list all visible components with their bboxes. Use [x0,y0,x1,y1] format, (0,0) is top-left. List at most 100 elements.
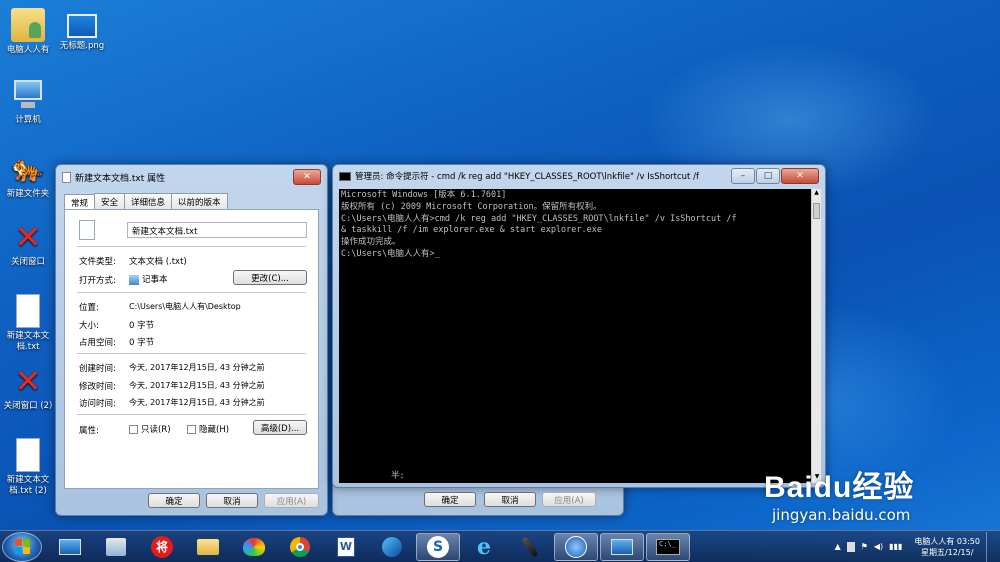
size-on-disk-value: 0 字节 [129,338,155,348]
image-file-icon [67,14,97,38]
behind-apply-button[interactable]: 应用(A) [542,492,596,507]
taskbar-edge[interactable] [370,533,414,561]
desktop-icon-computer[interactable]: 计算机 [0,78,56,126]
tab-details[interactable]: 详细信息 [124,193,173,210]
tray-app-icon[interactable] [846,541,855,552]
taskbar-chess[interactable]: 将 [140,533,184,561]
taskbar-cmd[interactable]: C:\_ [646,532,690,561]
taskbar-desktop[interactable] [48,533,92,561]
taskbar-folder[interactable] [186,533,230,561]
tab-previous-versions[interactable]: 以前的版本 [171,193,228,210]
desktop-icon-new-folder[interactable]: 🐅 新建文件夹 [0,152,56,200]
text-file-icon [62,171,71,183]
row-label: 位置: [79,303,99,313]
edge-icon [382,536,402,557]
tiger-icon: 🐅 [11,154,45,184]
advanced-button[interactable]: 高级(D)... [253,420,307,435]
console-line: C:\Users\电脑人人有>cmd /k reg add "HKEY_CLAS… [341,213,737,224]
action-center-icon[interactable]: ⚑ [861,542,868,551]
properties-window[interactable]: 新建文本文档.txt 属性 ✕ 常规 安全 详细信息 以前的版本 新建文本文档.txt… [55,164,328,516]
divider [77,353,306,354]
taskbar-monitor[interactable] [600,532,644,561]
word-icon: W [337,536,355,557]
taskbar-control-panel[interactable] [94,533,138,561]
folder-icon [197,538,219,555]
cancel-button[interactable]: 取消 [206,493,258,508]
red-x-icon: ✕ [14,218,42,256]
scroll-up-arrow[interactable]: ▲ [812,189,821,199]
icon-label: 电脑人人有 [6,45,50,55]
checkbox-box[interactable] [129,425,138,434]
taskbar-chrome[interactable] [278,533,322,561]
open-with-text: 记事本 [142,275,168,285]
desktop-icon-close-window[interactable]: ✕ 关闭窗口 [0,220,56,268]
sogou-icon: S [427,535,449,558]
change-button[interactable]: 更改(C)... [233,270,307,285]
control-panel-icon [106,537,126,556]
taskbar-microphone[interactable] [508,533,552,561]
desktop-icon-text-file[interactable]: 新建文本文档.txt [0,294,56,353]
user-folder-icon [11,8,45,42]
open-with-value: 记事本 [129,273,168,285]
taskbar-media[interactable] [554,532,598,561]
window-title: 管理员: 命令提示符 - cmd /k reg add "HKEY_CLASSE… [355,172,699,182]
scrollbar[interactable]: ▲ ▼ [811,189,821,483]
system-tray: ▲ ⚑ ◀) ▮▮▮ 电脑人人有 03:50 星期五/12/15/ [835,531,1000,562]
network-icon[interactable]: ▮▮▮ [889,542,902,551]
desktop-icon-text-file-2[interactable]: 新建文本文档.txt (2) [0,438,56,497]
cmd-icon: C:\_ [656,538,680,555]
console-area[interactable]: Microsoft Windows [版本 6.1.7601] 版权所有 (c)… [339,189,811,483]
filename-field[interactable]: 新建文本文档.txt [127,222,307,238]
tab-security[interactable]: 安全 [94,193,126,210]
show-desktop-button[interactable] [986,531,996,562]
row-label: 占用空间: [79,338,116,348]
hidden-checkbox[interactable]: 隐藏(H) [187,423,229,435]
console-line: 操作成功完成。 [341,237,401,248]
taskbar: 将 W S e C:\_ ▲ ⚑ ◀) ▮▮▮ 电脑人人有 03:50 星期五/… [0,530,1000,562]
icon-label: 新建文件夹 [6,189,50,199]
row-label: 属性: [79,426,99,436]
checkbox-box[interactable] [187,425,196,434]
console-line: Microsoft Windows [版本 6.1.7601] [341,190,507,200]
clock-date: 星期五/12/15/ [920,547,974,557]
behind-cancel-button[interactable]: 取消 [484,492,536,507]
icon-label: 新建文本文档.txt (2) [6,475,50,496]
maximize-button[interactable]: □ [756,168,780,184]
behind-ok-button[interactable]: 确定 [424,492,476,507]
general-panel: 新建文本文档.txt 文件类型: 文本文档 (.txt) 打开方式: 记事本 更… [64,209,319,489]
desktop-icon-user-folder[interactable]: 电脑人人有 [0,8,56,56]
start-button[interactable] [2,531,42,562]
apply-button[interactable]: 应用(A) [264,493,319,508]
chrome-icon [290,536,310,557]
taskbar-ie[interactable]: e [462,533,506,561]
icon-label: 计算机 [15,115,41,125]
taskbar-paint[interactable] [232,533,276,561]
row-label: 创建时间: [79,364,116,374]
window-title: 新建文本文档.txt 属性 [75,173,166,184]
file-type-value: 文本文档 (.txt) [129,257,187,267]
minimize-button[interactable]: – [731,168,755,184]
readonly-checkbox[interactable]: 只读(R) [129,423,171,435]
close-button[interactable]: ✕ [781,168,819,184]
volume-icon[interactable]: ◀) [874,542,883,551]
taskbar-sogou[interactable]: S [416,532,460,561]
created-value: 今天, 2017年12月15日, 43 分钟之前 [129,363,265,372]
hidden-label: 隐藏(H) [199,425,230,435]
divider [77,246,306,247]
icon-label: 关闭窗口 [10,257,45,267]
cmd-window[interactable]: 管理员: 命令提示符 - cmd /k reg add "HKEY_CLASSE… [332,164,826,488]
windows-logo-icon [14,539,30,554]
ok-button[interactable]: 确定 [148,493,200,508]
ie-icon: e [477,533,491,560]
desktop-icon-close-window-2[interactable]: ✕ 关闭窗口 (2) [0,364,56,412]
desktop-icon [59,538,81,555]
clock[interactable]: 电脑人人有 03:50 星期五/12/15/ [914,536,980,558]
properties-titlebar[interactable]: 新建文本文档.txt 属性 ✕ [56,165,327,189]
close-button[interactable]: ✕ [293,169,321,185]
scroll-thumb[interactable] [813,203,820,219]
tray-expand-icon[interactable]: ▲ [835,542,841,551]
file-icon [79,220,95,240]
cmd-titlebar[interactable]: 管理员: 命令提示符 - cmd /k reg add "HKEY_CLASSE… [333,165,825,187]
taskbar-word[interactable]: W [324,533,368,561]
desktop-icon-image[interactable]: 无标题.png [54,8,110,52]
